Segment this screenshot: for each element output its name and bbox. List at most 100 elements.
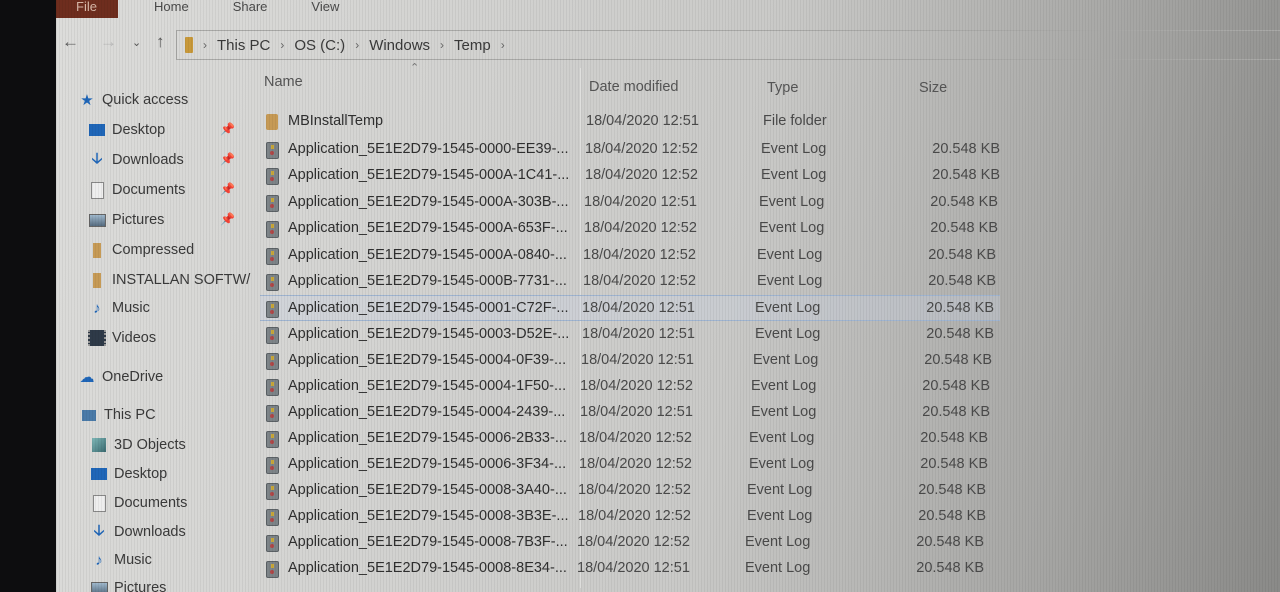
file-row[interactable]: Application_5E1E2D79-1545-0003-D52E-... 1… (260, 322, 1000, 348)
pin-icon[interactable]: 📌 (220, 212, 235, 226)
pin-icon[interactable]: 📌 (220, 182, 235, 196)
file-name: Application_5E1E2D79-1545-0008-3A40-... (288, 482, 567, 498)
file-row[interactable]: Application_5E1E2D79-1545-0004-2439-... 1… (260, 400, 1000, 426)
breadcrumb-os-c[interactable]: OS (C:) (294, 37, 345, 54)
file-type: Event Log (757, 247, 823, 263)
event-log-icon (266, 405, 279, 422)
back-arrow-icon[interactable]: ← (62, 32, 79, 52)
sidebar-item-label: Downloads (114, 524, 186, 540)
address-bar[interactable]: › This PC › OS (C:) › Windows › Temp › (176, 30, 1280, 60)
file-row[interactable]: Application_5E1E2D79-1545-0004-1F50-... 1… (260, 374, 1000, 400)
download-icon: 🡣 (91, 149, 103, 167)
sidebar-item-desktop[interactable]: Desktop (88, 118, 165, 142)
music-icon: ♪ (95, 551, 103, 569)
file-name: Application_5E1E2D79-1545-000A-1C41-... (288, 167, 570, 183)
file-row[interactable]: Application_5E1E2D79-1545-000A-653F-... 1… (260, 216, 1000, 242)
file-row[interactable]: Application_5E1E2D79-1545-000A-0840-... 1… (260, 243, 1000, 269)
file-row[interactable]: Application_5E1E2D79-1545-0000-EE39-... 1… (260, 137, 1000, 163)
file-date-modified: 18/04/2020 12:51 (584, 194, 697, 210)
tab-file[interactable]: File (56, 0, 118, 18)
pin-icon[interactable]: 📌 (220, 122, 235, 136)
pin-icon[interactable]: 📌 (220, 152, 235, 166)
sidebar-item-3d-objects[interactable]: 3D Objects (90, 433, 186, 457)
file-row[interactable]: Application_5E1E2D79-1545-0008-7B3F-... 1… (260, 530, 1000, 556)
sidebar-item-documents[interactable]: Documents (88, 178, 185, 202)
file-row[interactable]: Application_5E1E2D79-1545-0006-3F34-... 1… (260, 452, 1000, 478)
chevron-down-icon[interactable]: ⌄ (132, 36, 141, 49)
pictures-icon (90, 580, 108, 592)
sidebar-item-this-pc[interactable]: This PC (80, 403, 156, 427)
file-type: Event Log (745, 560, 811, 576)
breadcrumb-temp[interactable]: Temp (454, 37, 491, 54)
file-type: Event Log (759, 220, 825, 236)
column-header-name[interactable]: Name (264, 74, 303, 90)
event-log-icon (266, 457, 279, 474)
sidebar-item-label: Documents (112, 182, 186, 198)
file-row[interactable]: Application_5E1E2D79-1545-0008-3B3E-... 1… (260, 504, 1000, 530)
file-row[interactable]: Application_5E1E2D79-1545-000A-1C41-... 1… (260, 163, 1000, 189)
sidebar-item-videos[interactable]: Videos (88, 326, 156, 350)
file-name: MBInstallTemp (288, 113, 384, 129)
file-size: 20.548 KB (922, 378, 990, 394)
sidebar-item-pictures-pc[interactable]: Pictures (90, 576, 166, 592)
event-log-icon (266, 142, 279, 159)
sidebar-item-documents-pc[interactable]: Documents (90, 491, 187, 515)
sidebar-item-compressed[interactable]: Compressed (88, 238, 194, 262)
file-row[interactable]: Application_5E1E2D79-1545-0004-0F39-... 1… (260, 348, 1000, 374)
file-name: Application_5E1E2D79-1545-0008-7B3F-... (288, 534, 568, 550)
sidebar-item-label: Compressed (112, 242, 195, 258)
event-log-icon (266, 353, 279, 370)
sidebar-item-label: 3D Objects (114, 437, 186, 453)
file-size: 20.548 KB (922, 404, 990, 420)
sidebar-item-music[interactable]: ♪ Music (88, 296, 150, 320)
file-name: Application_5E1E2D79-1545-0008-3B3E-... (288, 508, 569, 524)
file-size: 20.548 KB (916, 534, 984, 550)
breadcrumb-windows[interactable]: Windows (369, 37, 430, 54)
file-row[interactable]: Application_5E1E2D79-1545-0006-2B33-... 1… (260, 426, 1000, 452)
sidebar-item-downloads-pc[interactable]: 🡣 Downloads (90, 520, 186, 544)
file-row[interactable]: MBInstallTemp 18/04/2020 12:51 File folder (260, 109, 1000, 135)
file-row[interactable]: Application_5E1E2D79-1545-000B-7731-... 1… (260, 269, 1000, 295)
file-row[interactable]: Application_5E1E2D79-1545-0008-3A40-... 1… (260, 478, 1000, 504)
chevron-right-icon[interactable]: › (501, 38, 505, 52)
file-size: 20.548 KB (932, 167, 1000, 183)
event-log-icon (266, 195, 279, 212)
sidebar-item-music-pc[interactable]: ♪ Music (90, 548, 152, 572)
folder-icon (185, 37, 193, 53)
column-header-date-modified[interactable]: Date modified (589, 79, 678, 95)
sidebar-item-installan-software[interactable]: INSTALLAN SOFTW/ (88, 268, 250, 292)
desktop-icon (90, 466, 108, 482)
chevron-right-icon[interactable]: › (203, 38, 207, 52)
file-name: Application_5E1E2D79-1545-0006-3F34-... (288, 456, 567, 472)
tab-home[interactable]: Home (132, 0, 211, 18)
up-arrow-icon[interactable]: ↑ (156, 32, 165, 52)
file-size: 20.548 KB (926, 300, 994, 316)
chevron-right-icon[interactable]: › (355, 38, 359, 52)
forward-arrow-icon[interactable]: → (100, 32, 117, 52)
column-header-size[interactable]: Size (919, 80, 947, 96)
file-date-modified: 18/04/2020 12:51 (581, 352, 694, 368)
sidebar-item-label: Quick access (102, 92, 189, 108)
sidebar-item-label: OneDrive (102, 369, 164, 385)
file-date-modified: 18/04/2020 12:52 (580, 378, 693, 394)
tab-view[interactable]: View (289, 0, 361, 18)
sidebar-item-downloads[interactable]: 🡣 Downloads (88, 148, 184, 172)
chevron-right-icon[interactable]: › (440, 38, 444, 52)
file-name: Application_5E1E2D79-1545-000A-303B-... (288, 194, 569, 210)
music-icon: ♪ (93, 299, 101, 317)
sidebar-item-onedrive[interactable]: ☁ OneDrive (78, 365, 164, 389)
file-row[interactable]: Application_5E1E2D79-1545-000A-303B-... 1… (260, 190, 1000, 216)
file-size: 20.548 KB (928, 273, 996, 289)
sidebar-item-quick-access[interactable]: ★ Quick access (78, 88, 188, 112)
file-row[interactable]: Application_5E1E2D79-1545-0001-C72F-... 1… (260, 295, 1000, 321)
folder-icon (266, 114, 278, 130)
column-header-type[interactable]: Type (767, 80, 798, 96)
tab-share[interactable]: Share (211, 0, 290, 18)
file-type: Event Log (761, 141, 827, 157)
file-size: 20.548 KB (930, 194, 998, 210)
chevron-right-icon[interactable]: › (280, 38, 284, 52)
file-row[interactable]: Application_5E1E2D79-1545-0008-8E34-... 1… (260, 556, 1000, 582)
breadcrumb-this-pc[interactable]: This PC (217, 37, 270, 54)
sidebar-item-desktop-pc[interactable]: Desktop (90, 462, 167, 486)
sidebar-item-pictures[interactable]: Pictures (88, 208, 164, 232)
